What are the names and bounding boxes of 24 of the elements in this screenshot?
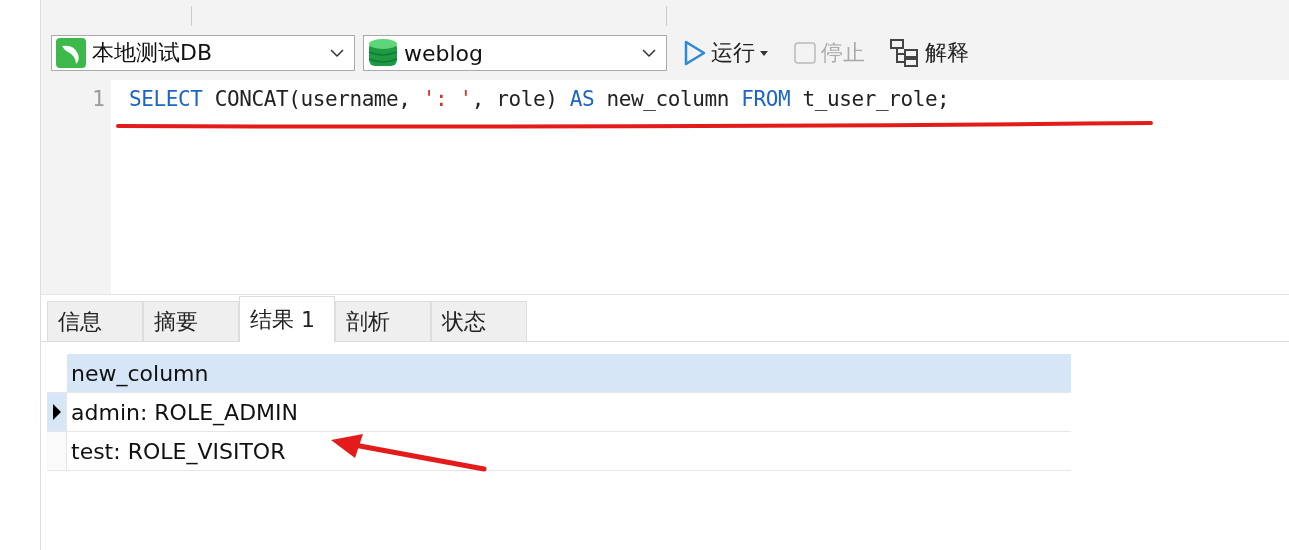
result-tab[interactable]: 状态 (431, 301, 527, 341)
database-select[interactable]: weblog (363, 35, 667, 71)
column-header[interactable]: new_column (67, 354, 1071, 392)
line-number: 1 (91, 86, 106, 113)
chevron-down-icon (642, 48, 656, 58)
tree-icon (889, 38, 921, 68)
run-button[interactable]: 运行 (675, 38, 777, 68)
result-tab[interactable]: 结果 1 (239, 296, 335, 342)
dolphin-icon (56, 38, 86, 68)
pointer-icon (51, 403, 62, 421)
code-line: SELECT CONCAT(username, ': ', role) AS new_column FROM t_user_role; (129, 86, 951, 113)
database-icon (368, 38, 398, 68)
table-cell: admin: ROLE_ADMIN (71, 399, 298, 425)
result-tab[interactable]: 摘要 (143, 301, 239, 341)
play-icon (683, 39, 707, 67)
caret-icon (759, 49, 769, 57)
result-tab[interactable]: 剖析 (335, 301, 431, 341)
explain-button[interactable]: 解释 (881, 38, 977, 68)
table-cell: test: ROLE_VISITOR (71, 438, 286, 464)
chevron-down-icon (330, 48, 344, 58)
result-tab[interactable]: 信息 (47, 301, 143, 341)
stop-icon (793, 41, 817, 65)
row-indicator[interactable] (47, 393, 67, 431)
connection-select[interactable]: 本地测试DB (51, 35, 355, 71)
